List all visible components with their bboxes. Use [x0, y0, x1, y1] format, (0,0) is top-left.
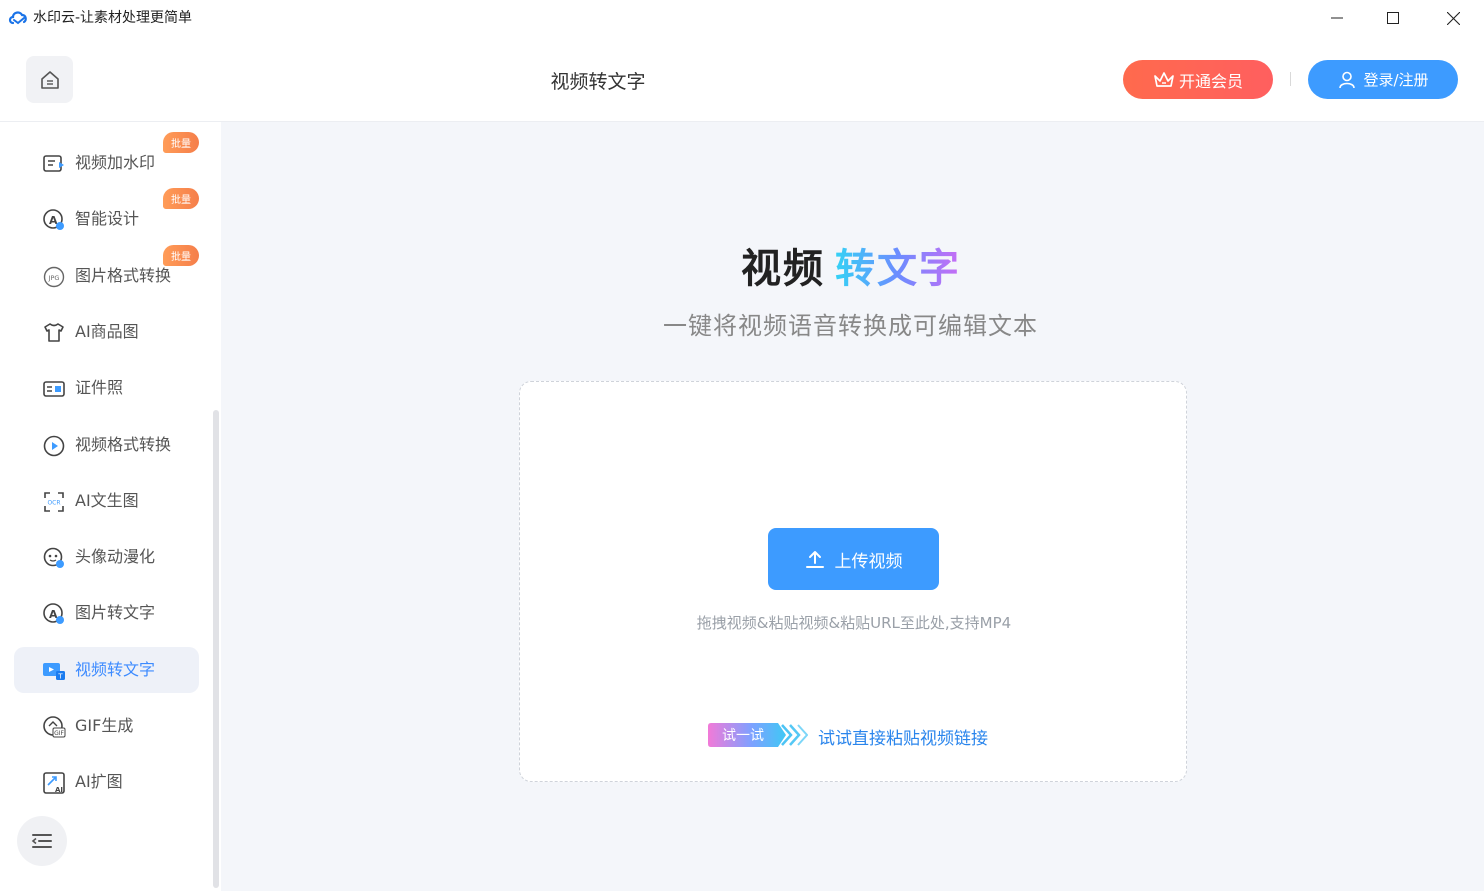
- login-label: 登录/注册: [1363, 71, 1429, 89]
- sidebar-item-label: 图片转文字: [75, 603, 156, 623]
- maximize-button[interactable]: [1370, 0, 1416, 36]
- app-logo-icon: [8, 11, 27, 25]
- menu-collapse-icon: [31, 834, 52, 848]
- crown-icon: [1154, 71, 1174, 87]
- gif-icon: GIF: [43, 716, 66, 738]
- sidebar-item-label: AI扩图: [75, 772, 123, 792]
- maximize-icon: [1387, 12, 1399, 24]
- image-text-icon: A: [43, 603, 64, 625]
- sidebar-item[interactable]: 头像动漫化: [14, 534, 199, 580]
- sidebar-item[interactable]: T 视频转文字: [14, 646, 199, 693]
- app-header: 视频转文字 开通会员 登录/注册: [0, 36, 1484, 122]
- minimize-button[interactable]: [1314, 0, 1360, 36]
- avatar-anime-icon: [43, 547, 64, 569]
- sidebar-item[interactable]: 视频格式转换: [14, 422, 199, 468]
- hero-title-part1: 视频: [741, 246, 825, 292]
- vip-button[interactable]: 开通会员: [1123, 60, 1273, 99]
- svg-text:GIF: GIF: [54, 730, 64, 737]
- main-content: 视频 转文字 一键将视频语音转换成可编辑文本 上传视频 拖拽视频&粘贴视频&粘贴U…: [221, 122, 1484, 891]
- login-button[interactable]: 登录/注册: [1308, 60, 1458, 99]
- id-card-icon: [43, 381, 65, 397]
- sidebar-item[interactable]: AI商品图: [14, 309, 199, 355]
- batch-badge: 批量: [163, 132, 199, 153]
- hero-title-part2: 转文字: [835, 246, 961, 292]
- sidebar-item-label: AI商品图: [75, 321, 139, 341]
- page-title: 视频转文字: [550, 71, 646, 93]
- svg-text:OCR: OCR: [47, 499, 60, 506]
- svg-text:JPG: JPG: [48, 274, 60, 282]
- vip-label: 开通会员: [1178, 71, 1243, 91]
- collapse-sidebar-button[interactable]: [17, 816, 67, 866]
- play-circle-icon: [43, 435, 65, 456]
- user-icon: [1339, 71, 1356, 88]
- try-paste-link[interactable]: 试试直接粘贴视频链接: [818, 724, 988, 749]
- sidebar-item-label: 智能设计: [75, 209, 140, 229]
- sidebar-item-label: 头像动漫化: [75, 547, 156, 567]
- sidebar-item-label: 证件照: [75, 378, 124, 398]
- sidebar-item[interactable]: A 智能设计 批量: [14, 188, 199, 242]
- header-divider: [1290, 72, 1291, 86]
- close-icon: [1446, 11, 1460, 25]
- hero-title: 视频 转文字: [741, 236, 961, 294]
- smart-design-icon: A: [43, 209, 64, 231]
- ocr-scan-icon: OCR: [44, 491, 64, 512]
- sidebar-item[interactable]: A 图片转文字: [14, 590, 199, 636]
- tshirt-icon: [44, 323, 64, 342]
- sidebar-item[interactable]: JPG 图片格式转换 批量: [14, 244, 199, 299]
- sidebar-item[interactable]: 证件照: [14, 365, 199, 411]
- home-button[interactable]: [26, 56, 73, 103]
- upload-dropzone[interactable]: 上传视频 拖拽视频&粘贴视频&粘贴URL至此处,支持MP4 试一试 试试直接粘贴…: [519, 381, 1187, 782]
- svg-text:T: T: [57, 672, 63, 680]
- upload-icon: [805, 551, 824, 568]
- video-text-icon: T: [43, 662, 65, 680]
- sidebar-item-label: AI文生图: [75, 490, 139, 510]
- sidebar: 视频加水印 批量 A 智能设计 批量 JPG 图片格式转换 批量 AI商品图 证件照 视频格式转换 O…: [0, 122, 221, 891]
- ai-expand-icon: AI: [43, 772, 65, 794]
- home-icon: [40, 70, 59, 89]
- upload-hint: 拖拽视频&粘贴视频&粘贴URL至此处,支持MP4: [696, 614, 1012, 632]
- batch-badge: 批量: [163, 244, 199, 266]
- sidebar-item[interactable]: GIF GIF生成: [14, 703, 199, 749]
- video-watermark-icon: [43, 155, 64, 172]
- try-badge-icon: 试一试: [708, 723, 808, 747]
- sidebar-item[interactable]: 视频加水印 批量: [14, 132, 199, 186]
- minimize-icon: [1331, 17, 1343, 19]
- batch-badge: 批量: [163, 188, 199, 210]
- sidebar-item-label: 视频转文字: [75, 659, 156, 679]
- sidebar-item-label: 图片格式转换: [75, 265, 172, 285]
- sidebar-item[interactable]: OCR AI文生图: [14, 478, 199, 524]
- upload-label: 上传视频: [834, 551, 903, 572]
- svg-text:AI: AI: [55, 786, 63, 794]
- upload-video-button[interactable]: 上传视频: [768, 528, 939, 590]
- sidebar-scrollbar[interactable]: [213, 410, 219, 888]
- jpg-format-icon: JPG: [43, 266, 65, 287]
- sidebar-item-label: 视频格式转换: [75, 434, 172, 454]
- app-title: 水印云-让素材处理更简单: [33, 10, 193, 26]
- sidebar-item-label: GIF生成: [75, 716, 134, 735]
- title-bar: 水印云-让素材处理更简单: [0, 0, 1484, 36]
- sidebar-item[interactable]: AI AI扩图: [14, 759, 199, 805]
- hero-subtitle: 一键将视频语音转换成可编辑文本: [663, 312, 1038, 340]
- close-button[interactable]: [1430, 0, 1476, 36]
- sidebar-item-label: 视频加水印: [75, 153, 156, 172]
- try-badge-label: 试一试: [722, 728, 764, 744]
